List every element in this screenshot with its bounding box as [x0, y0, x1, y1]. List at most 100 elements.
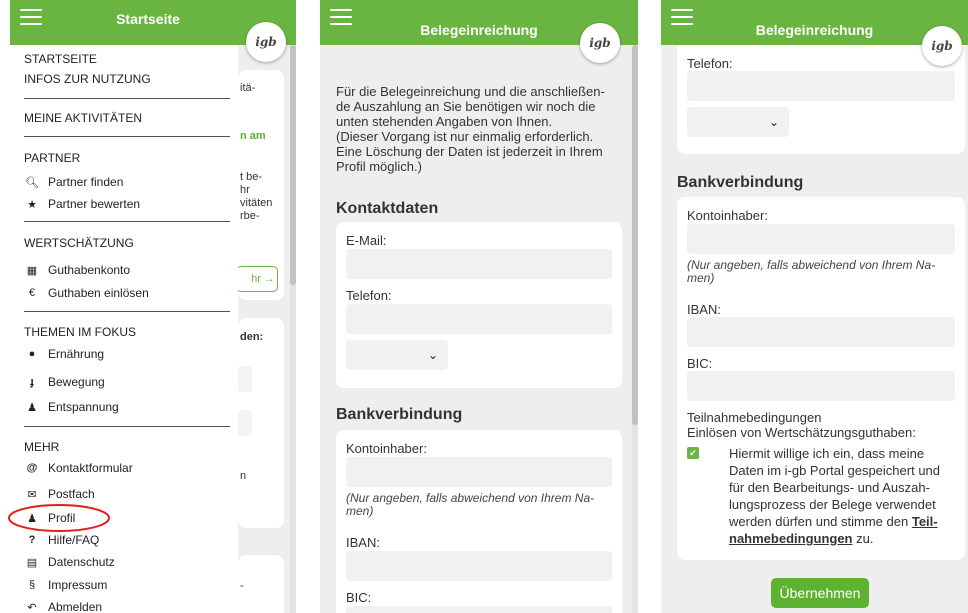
- bg-text: rbe-: [240, 210, 260, 222]
- telefon-field[interactable]: [346, 304, 612, 334]
- iban-label: IBAN:: [346, 535, 380, 550]
- menu-divider: [24, 426, 230, 427]
- menu-label: Bewegung: [48, 375, 105, 389]
- menu-label: Kontaktformular: [48, 461, 133, 475]
- iban-field[interactable]: [687, 317, 955, 347]
- teilnahme-link[interactable]: nahmebedingungen: [729, 531, 853, 546]
- meditation-icon: ♟: [27, 401, 37, 414]
- menu-label: Guthabenkonto: [48, 263, 131, 277]
- kontoinhaber-note: (Nur angeben, falls abweichend von Ihrem…: [346, 491, 595, 505]
- chevron-down-icon: ⌄: [427, 348, 438, 362]
- phone-type-select[interactable]: ⌄: [687, 107, 789, 137]
- igb-logo[interactable]: igb: [580, 23, 620, 63]
- igb-logo[interactable]: igb: [246, 22, 286, 62]
- question-icon: ?: [28, 534, 36, 546]
- calculator-icon: ▦: [26, 264, 38, 277]
- menu-item-startseite[interactable]: STARTSEITE: [24, 52, 97, 66]
- intro-line: Eine Löschung der Daten ist jederzeit in…: [336, 144, 603, 159]
- intro-line: (Dieser Vorgang ist nur einmalig erforde…: [336, 129, 594, 144]
- consent-checkbox[interactable]: ✔: [687, 447, 699, 459]
- bic-label: BIC:: [346, 590, 372, 605]
- at-icon: @: [26, 462, 38, 474]
- scrollbar[interactable]: [290, 45, 296, 613]
- menu-label: Impressum: [48, 578, 108, 592]
- bg-text: itä-: [240, 82, 256, 94]
- menu-divider: [24, 311, 230, 312]
- iban-label: IBAN:: [687, 302, 721, 317]
- scrollbar-thumb[interactable]: [632, 45, 638, 425]
- igb-logo[interactable]: igb: [922, 26, 962, 66]
- consent-text: lungsprozess der Belege verwendet: [729, 497, 936, 512]
- telefon-label: Telefon:: [687, 56, 733, 71]
- lock-icon: ▤: [26, 556, 38, 569]
- menu-label: Datenschutz: [48, 555, 115, 569]
- menu-item-guthaben-einloesen[interactable]: € Guthaben einlösen: [24, 286, 149, 300]
- search-icon: 🔍︎: [25, 176, 39, 189]
- intro-line: de Auszahlung an Sie benötigen wir noch …: [336, 99, 596, 114]
- email-field[interactable]: [346, 249, 612, 279]
- bankverbindung-card: Kontoinhaber: (Nur angeben, falls abweic…: [336, 430, 622, 613]
- menu-item-postfach[interactable]: ✉ Postfach: [24, 487, 95, 501]
- consent-text: zu.: [852, 531, 874, 546]
- section-title-kontaktdaten: Kontaktdaten: [336, 200, 439, 217]
- telefon-label: Telefon:: [346, 288, 392, 303]
- envelope-icon: ✉: [27, 488, 37, 501]
- bg-text: den:: [240, 331, 264, 343]
- bg-text: hr: [240, 184, 250, 196]
- menu-item-aktivitaeten[interactable]: MEINE AKTIVITÄTEN: [24, 111, 142, 125]
- consent-text-line5: werden dürfen und stimme den Teil-: [729, 514, 938, 529]
- bic-field[interactable]: [687, 371, 955, 401]
- paragraph-icon: §: [28, 579, 36, 591]
- teilnahme-heading: Teilnahmebedingungen: [687, 410, 822, 425]
- menu-label: Entspannung: [48, 400, 119, 414]
- menu-heading-themen: THEMEN IM FOKUS: [24, 325, 137, 339]
- bg-text: vitäten: [240, 197, 273, 209]
- menu-item-guthabenkonto[interactable]: ▦ Guthabenkonto: [24, 263, 130, 277]
- menu-item-hilfe[interactable]: ? Hilfe/FAQ: [24, 533, 100, 547]
- scrollbar-thumb[interactable]: [290, 45, 296, 285]
- bic-label: BIC:: [687, 356, 713, 371]
- euro-icon: €: [28, 287, 36, 299]
- uebernehmen-button[interactable]: Übernehmen: [771, 578, 869, 608]
- menu-label: Ernährung: [48, 347, 105, 361]
- iban-field[interactable]: [346, 551, 612, 581]
- consent-text: Hiermit willige ich ein, dass meine: [729, 446, 925, 461]
- kontoinhaber-field[interactable]: [346, 457, 612, 487]
- menu-heading-wertschaetzung: WERTSCHÄTZUNG: [24, 236, 134, 250]
- app-header: Belegeinreichung: [661, 0, 968, 45]
- kontoinhaber-note: (Nur angeben, falls abweichend von Ihrem…: [687, 258, 936, 272]
- screen-belegeinreichung-1: Belegeinreichung igb Für die Belegeinrei…: [320, 0, 638, 613]
- menu-item-infos[interactable]: INFOS ZUR NUTZUNG: [24, 72, 151, 86]
- menu-item-entspannung[interactable]: ♟ Entspannung: [24, 400, 119, 414]
- menu-label: Postfach: [48, 487, 95, 501]
- bic-field[interactable]: [346, 606, 612, 613]
- menu-item-partner-bewerten[interactable]: ★ Partner bewerten: [24, 197, 140, 211]
- intro-line: Für die Belegeinreichung und die anschli…: [336, 84, 605, 99]
- kontoinhaber-note: men): [346, 504, 374, 518]
- scrollbar[interactable]: [632, 45, 638, 613]
- running-icon: ɟ: [30, 376, 34, 388]
- menu-divider: [24, 136, 230, 137]
- teilnahme-link[interactable]: Teil-: [912, 514, 938, 529]
- menu-item-kontaktformular[interactable]: @ Kontaktformular: [24, 461, 133, 475]
- phone-type-select[interactable]: ⌄: [346, 340, 448, 370]
- menu-item-ernaehrung[interactable]: ● Ernährung: [24, 347, 104, 361]
- menu-item-partner-finden[interactable]: 🔍︎ Partner finden: [24, 175, 123, 189]
- kontoinhaber-field[interactable]: [687, 224, 955, 254]
- highlight-ellipse: [8, 504, 110, 532]
- telefon-field[interactable]: [687, 71, 955, 101]
- menu-item-abmelden[interactable]: ↶ Abmelden: [24, 600, 102, 613]
- bg-text: -: [240, 580, 244, 592]
- menu-item-impressum[interactable]: § Impressum: [24, 578, 107, 592]
- email-label: E-Mail:: [346, 233, 387, 248]
- bg-more-button[interactable]: hr →: [236, 266, 278, 292]
- menu-divider: [24, 221, 230, 222]
- menu-heading-partner: PARTNER: [24, 151, 81, 165]
- menu-item-bewegung[interactable]: ɟ Bewegung: [24, 375, 105, 389]
- menu-label: Partner finden: [48, 175, 124, 189]
- menu-divider: [24, 98, 230, 99]
- section-title-bankverbindung: Bankverbindung: [336, 406, 463, 423]
- page-title: Startseite: [116, 11, 180, 27]
- menu-item-datenschutz[interactable]: ▤ Datenschutz: [24, 555, 115, 569]
- consent-text: für den Bearbeitungs- und Auszah-: [729, 480, 930, 495]
